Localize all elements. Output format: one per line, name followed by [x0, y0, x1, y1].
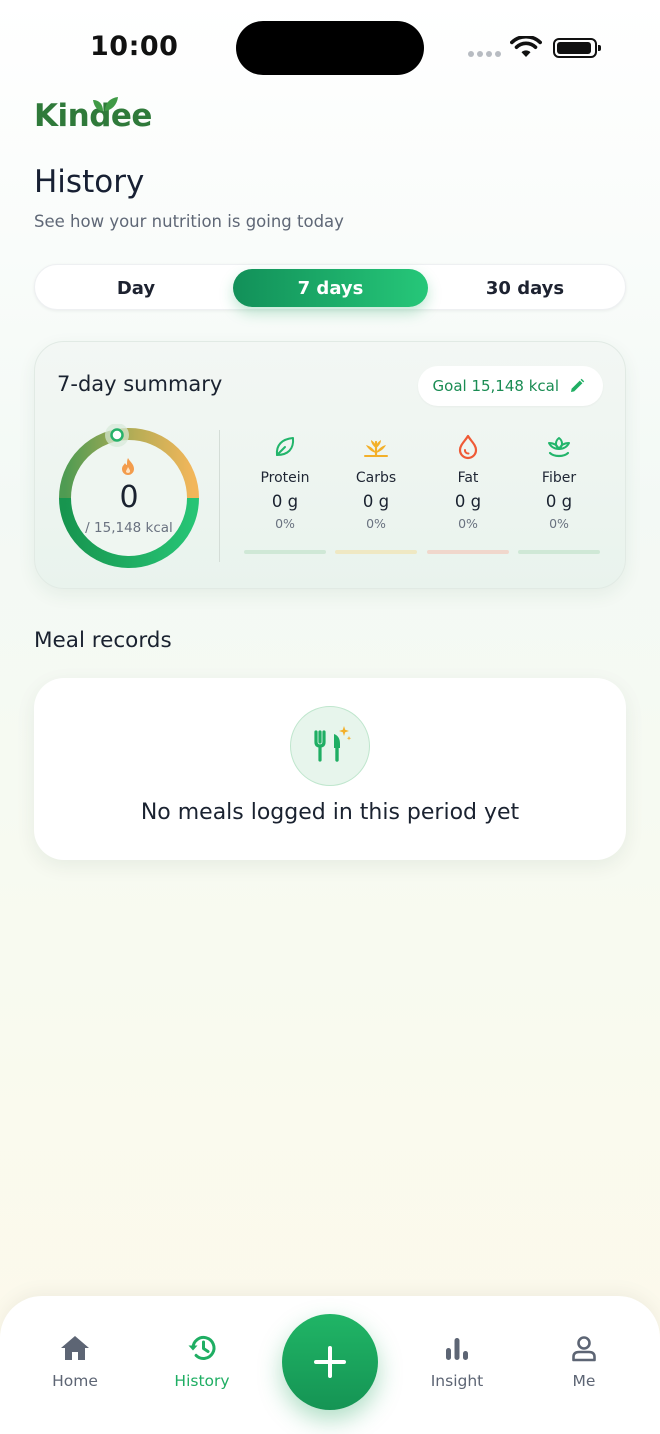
fiber-progress-bar — [518, 550, 600, 554]
nav-home[interactable]: Home — [25, 1332, 125, 1390]
carbs-progress-bar — [335, 550, 417, 554]
nav-label: Home — [52, 1372, 98, 1390]
status-time: 10:00 — [90, 31, 179, 62]
history-icon — [188, 1335, 216, 1360]
macro-fiber: Fiber 0 g 0% — [518, 434, 600, 531]
calorie-ring: 0 / 15,148 kcal — [55, 423, 203, 572]
sprout-icon — [548, 437, 570, 458]
macro-name: Fat — [457, 470, 479, 486]
add-meal-button[interactable] — [282, 1314, 378, 1410]
bar-chart-icon — [446, 1338, 468, 1360]
page-subtitle: See how your nutrition is going today — [34, 212, 344, 231]
nav-label: Me — [572, 1372, 596, 1390]
drop-icon — [458, 434, 478, 460]
meal-records-card: No meals logged in this period yet — [34, 678, 626, 860]
calories-value: 0 — [119, 480, 139, 515]
pencil-icon — [571, 378, 585, 392]
macro-amount: 0 g — [454, 492, 482, 511]
macro-percent: 0% — [275, 516, 295, 531]
nav-label: Insight — [430, 1372, 484, 1390]
tab-7-days[interactable]: 7 days — [233, 269, 428, 307]
page-title: History — [34, 164, 145, 200]
meal-records-title: Meal records — [34, 628, 172, 653]
fat-progress-bar — [427, 550, 509, 554]
summary-divider — [219, 430, 220, 562]
flame-icon — [122, 458, 134, 475]
tab-day[interactable]: Day — [39, 269, 233, 307]
macro-percent: 0% — [366, 516, 386, 531]
brand-logo: Kindee — [34, 97, 152, 138]
home-icon — [61, 1336, 89, 1360]
signal-dots-icon — [468, 51, 501, 57]
fork-knife-sparkle-icon — [314, 726, 352, 762]
meals-empty-text: No meals logged in this period yet — [140, 800, 520, 825]
leaf-logo-icon — [93, 97, 118, 111]
wifi-icon — [510, 36, 542, 57]
calories-goal: / 15,148 kcal — [85, 520, 173, 536]
macro-percent: 0% — [549, 516, 569, 531]
macro-amount: 0 g — [545, 492, 573, 511]
person-icon — [572, 1336, 596, 1362]
summary-card: 7-day summary Goal 15,148 kcal 0 / 15,14… — [34, 341, 626, 589]
macro-amount: 0 g — [362, 492, 390, 511]
macro-percent: 0% — [458, 516, 478, 531]
macro-name: Carbs — [355, 470, 397, 486]
macro-carbs: Carbs 0 g 0% — [335, 434, 417, 531]
macro-name: Protein — [260, 470, 310, 486]
plus-icon — [314, 1346, 346, 1378]
nav-history[interactable]: History — [152, 1332, 252, 1390]
range-segmented-control: Day 7 days 30 days — [34, 264, 626, 310]
goal-label: Goal 15,148 kcal — [432, 377, 559, 395]
goal-button[interactable]: Goal 15,148 kcal — [417, 366, 603, 406]
protein-progress-bar — [244, 550, 326, 554]
tab-30-days[interactable]: 30 days — [428, 269, 622, 307]
status-bar: 10:00 — [0, 0, 660, 96]
macro-amount: 0 g — [271, 492, 299, 511]
leaf-icon — [275, 437, 295, 456]
macro-protein: Protein 0 g 0% — [244, 434, 326, 531]
nav-me[interactable]: Me — [534, 1332, 634, 1390]
dynamic-island — [236, 21, 424, 75]
macro-name: Fiber — [541, 470, 577, 486]
wheat-icon — [364, 440, 388, 458]
battery-icon — [553, 38, 601, 58]
nav-label: History — [174, 1372, 230, 1390]
meal-placeholder — [290, 706, 370, 786]
nav-insight[interactable]: Insight — [407, 1332, 507, 1390]
summary-title: 7-day summary — [57, 372, 223, 396]
macro-fat: Fat 0 g 0% — [427, 434, 509, 531]
